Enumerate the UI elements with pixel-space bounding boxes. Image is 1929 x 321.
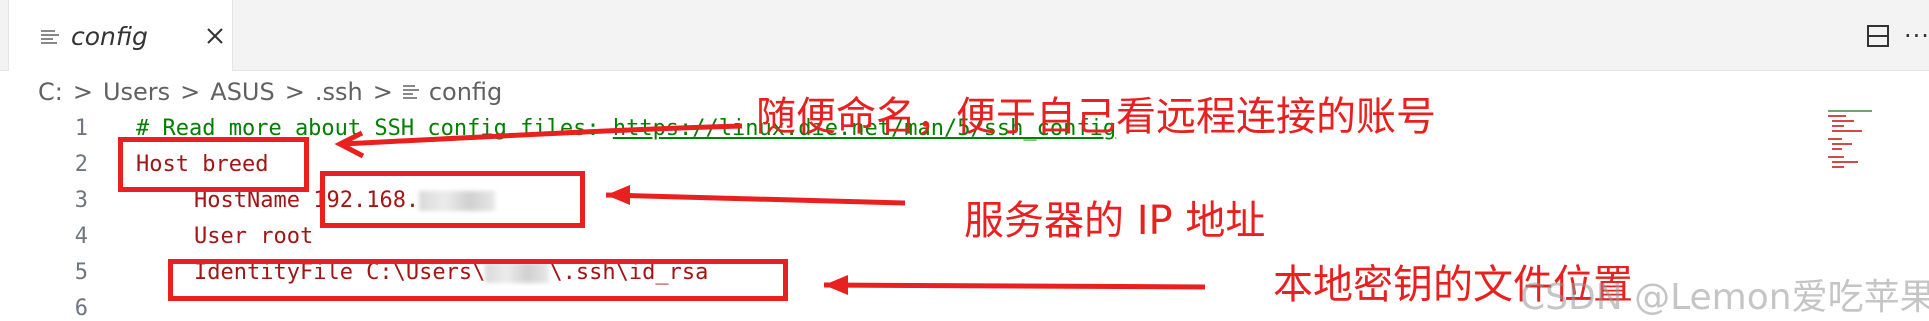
breadcrumb: C: > Users > ASUS > .ssh > config (38, 76, 502, 108)
breadcrumb-ssh[interactable]: .ssh (315, 78, 363, 106)
line-number: 3 (74, 188, 88, 213)
code-line-2[interactable]: Host breed (136, 152, 268, 177)
redacted-ip (419, 191, 496, 211)
breadcrumb-drive[interactable]: C: (38, 78, 63, 106)
line-number: 1 (74, 116, 88, 141)
code-line-4[interactable]: User root (194, 224, 313, 249)
tab-config[interactable]: config (8, 0, 233, 71)
breadcrumb-separator: > (284, 78, 305, 106)
split-editor-icon[interactable] (1866, 24, 1890, 48)
breadcrumb-config[interactable]: config (429, 78, 502, 106)
hostname-key: HostName (194, 188, 314, 213)
code-line-5[interactable]: IdentityFile C:\Users\ \.ssh\id_rsa (194, 260, 708, 285)
ip-note: 服务器的 IP 地址 (964, 198, 1266, 244)
breadcrumb-separator: > (72, 78, 93, 106)
identityfile-prefix: IdentityFile C:\Users\ (194, 260, 486, 285)
line-number: 4 (74, 224, 88, 249)
tab-label: config (71, 22, 148, 51)
redacted-username (485, 263, 550, 283)
code-comment: # Read more about SSH config files: (136, 116, 613, 141)
tab-bar: config ··· (0, 0, 1929, 71)
minimap[interactable] (1828, 108, 1878, 178)
host-note: 随便命名，便于自己看远程连接的账号 (756, 94, 1436, 140)
file-lines-icon (402, 85, 419, 99)
line-number: 5 (74, 260, 88, 285)
watermark: CSDN @Lemon爱吃苹果 (1520, 277, 1929, 318)
close-icon[interactable] (205, 26, 225, 46)
breadcrumb-users[interactable]: Users (103, 78, 170, 106)
breadcrumb-separator: > (372, 78, 393, 106)
code-line-3[interactable]: HostName 192.168. (194, 188, 496, 213)
line-number: 6 (74, 296, 88, 321)
identityfile-suffix: \.ssh\id_rsa (549, 260, 709, 285)
file-lines-icon (41, 30, 59, 44)
more-actions-icon[interactable]: ··· (1904, 22, 1929, 50)
hostname-value: 192.168. (313, 188, 420, 213)
line-number: 2 (74, 152, 88, 177)
breadcrumb-separator: > (180, 78, 201, 106)
breadcrumb-asus[interactable]: ASUS (210, 78, 274, 106)
